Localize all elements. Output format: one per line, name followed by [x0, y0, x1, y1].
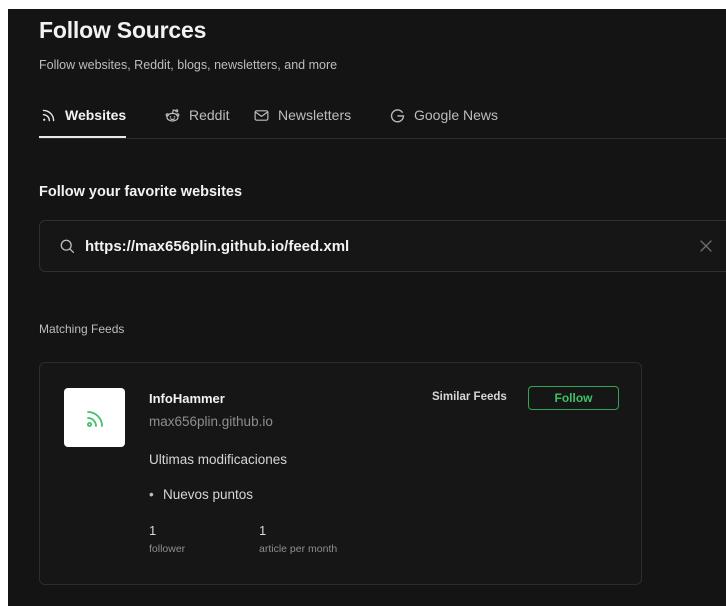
feed-thumbnail — [64, 388, 125, 447]
follow-button[interactable]: Follow — [528, 386, 619, 410]
tab-websites[interactable]: Websites — [39, 105, 127, 138]
google-icon — [388, 106, 406, 124]
tab-reddit[interactable]: Reddit — [163, 105, 229, 137]
rss-icon — [39, 106, 57, 124]
source-tabs: Websites Reddit Newsletters Google News — [39, 105, 726, 139]
stat-articles: 1 article per month — [259, 523, 337, 555]
bullet-dot: • — [149, 487, 154, 502]
search-box — [39, 220, 726, 272]
feed-bullet-text: Nuevos puntos — [163, 487, 254, 502]
tab-label: Newsletters — [278, 107, 352, 123]
feed-description: Ultimas modificaciones — [149, 452, 288, 467]
tab-label: Reddit — [189, 107, 230, 123]
matching-feeds-label: Matching Feeds — [39, 322, 125, 336]
reddit-icon — [163, 106, 181, 124]
stat-label: follower — [149, 543, 186, 555]
feed-domain: max656plin.github.io — [149, 414, 273, 429]
close-icon[interactable] — [699, 239, 713, 253]
stat-value: 1 — [259, 523, 267, 538]
tab-google-news[interactable]: Google News — [388, 105, 498, 137]
feed-bullet-item: • Nuevos puntos — [149, 487, 253, 502]
page-subtitle: Follow websites, Reddit, blogs, newslett… — [39, 58, 338, 72]
mail-icon — [252, 106, 270, 124]
follow-sources-page: Follow Sources Follow websites, Reddit, … — [8, 9, 726, 606]
tab-label: Google News — [414, 107, 499, 123]
stat-label: article per month — [259, 543, 338, 555]
rss-icon — [86, 410, 103, 427]
search-input[interactable] — [85, 232, 645, 260]
tab-newsletters[interactable]: Newsletters — [252, 105, 351, 137]
tab-label: Websites — [65, 107, 127, 123]
page-title: Follow Sources — [39, 17, 207, 43]
feed-name[interactable]: InfoHammer — [149, 391, 225, 406]
stat-value: 1 — [149, 523, 157, 538]
search-icon — [60, 239, 75, 254]
stat-followers: 1 follower — [149, 523, 185, 555]
feed-card: InfoHammer max656plin.github.io Ultimas … — [39, 362, 642, 585]
section-heading: Follow your favorite websites — [39, 184, 243, 200]
similar-feeds-button[interactable]: Similar Feeds — [432, 391, 507, 403]
